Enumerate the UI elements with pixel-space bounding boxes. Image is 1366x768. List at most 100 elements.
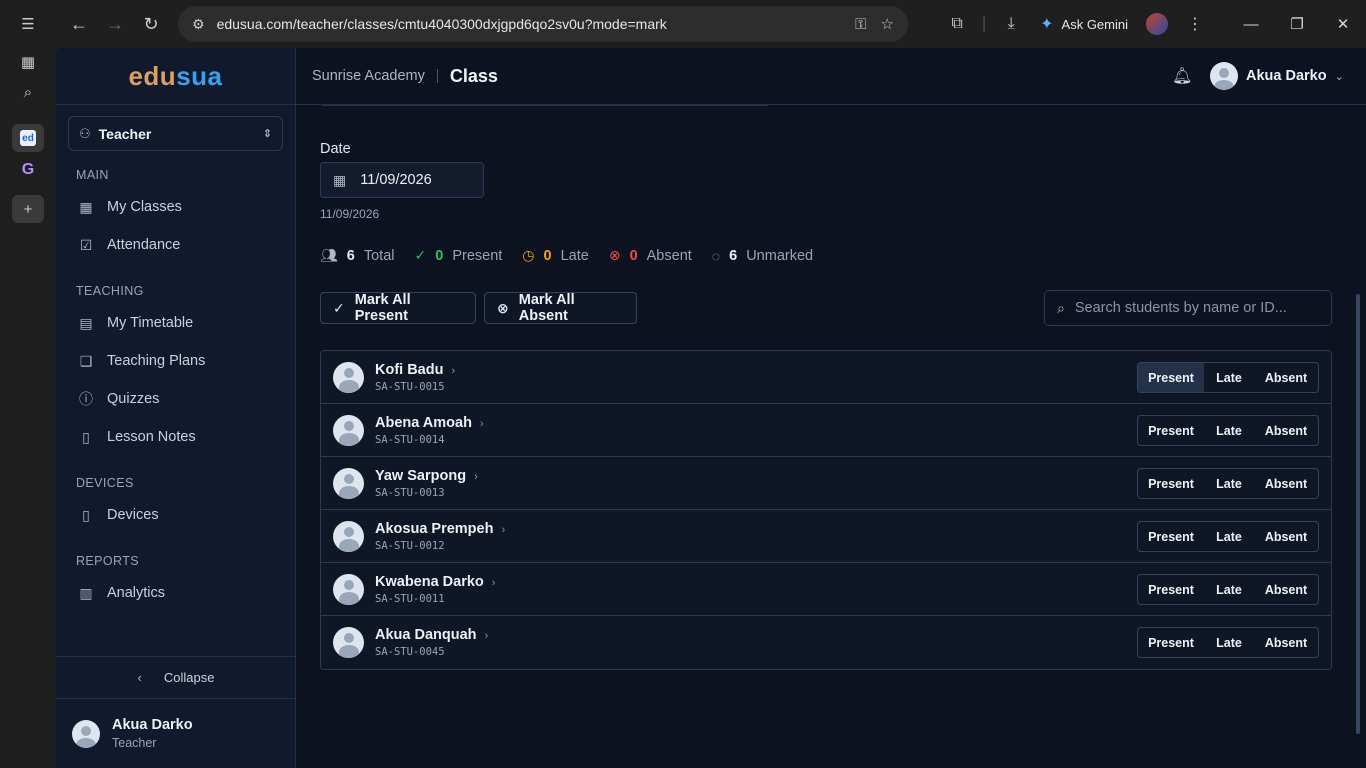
- sidebar-item-analytics[interactable]: ▥ Analytics: [68, 576, 283, 610]
- student-name-link[interactable]: Abena Amoah ›: [375, 415, 484, 431]
- sidebar-item-devices[interactable]: ▯ Devices: [68, 498, 283, 532]
- absent-option[interactable]: Absent: [1254, 628, 1318, 657]
- student-id: SA-STU-0012: [375, 539, 445, 552]
- page-scrollbar[interactable]: [1356, 294, 1360, 734]
- profile-avatar[interactable]: [1138, 6, 1176, 42]
- extensions-icon[interactable]: ⧉: [938, 6, 976, 42]
- sidebar-item-my-timetable[interactable]: ▤ My Timetable: [68, 306, 283, 340]
- user-menu[interactable]: Akua Darko ⌄: [1210, 62, 1344, 90]
- restore-button[interactable]: ❐: [1274, 0, 1320, 48]
- present-option[interactable]: Present: [1138, 522, 1204, 551]
- forward-button[interactable]: →: [97, 6, 133, 42]
- absent-option[interactable]: Absent: [1254, 522, 1318, 551]
- sidebar-item-quizzes[interactable]: ⓘ Quizzes: [68, 382, 283, 416]
- status-toggle: Present Late Absent: [1137, 627, 1319, 658]
- edusua-logo[interactable]: edu sua: [56, 48, 295, 105]
- site-info-icon[interactable]: ⚙: [192, 16, 205, 33]
- avatar: [333, 361, 364, 393]
- status-toggle: Present Late Absent: [1137, 415, 1319, 446]
- sidebar-item-teaching-plans[interactable]: ❑ Teaching Plans: [68, 344, 283, 378]
- star-icon[interactable]: ☆: [881, 15, 894, 33]
- sidebar-user[interactable]: Akua Darko Teacher: [56, 698, 296, 768]
- student-name-link[interactable]: Akua Danquah ›: [375, 627, 488, 643]
- header-user-name: Akua Darko: [1246, 68, 1327, 84]
- present-option[interactable]: Present: [1138, 628, 1204, 657]
- tab-g[interactable]: G: [12, 156, 44, 184]
- section-label-teaching: TEACHING: [76, 284, 144, 298]
- role-label: Teacher: [98, 125, 152, 142]
- address-bar[interactable]: ⚙ edusua.com/teacher/classes/cmtu4040300…: [178, 6, 908, 42]
- breadcrumb-school[interactable]: Sunrise Academy: [312, 68, 425, 84]
- mark-all-present-button[interactable]: ✓ Mark All Present: [320, 292, 476, 324]
- absent-option[interactable]: Absent: [1254, 363, 1318, 392]
- chevron-right-icon: ›: [484, 630, 489, 642]
- arrow-right-icon: →: [106, 13, 124, 34]
- late-option[interactable]: Late: [1204, 628, 1254, 657]
- chevron-down-icon: ⌄: [1334, 70, 1344, 83]
- sidebar-item-lesson-notes[interactable]: ▯ Lesson Notes: [68, 420, 283, 454]
- absent-option[interactable]: Absent: [1254, 469, 1318, 498]
- date-caption: 11/09/2026: [320, 207, 380, 221]
- download-icon[interactable]: ⤓: [992, 6, 1030, 42]
- minimize-button[interactable]: —: [1228, 0, 1274, 48]
- table-row: Kwabena Darko › SA-STU-0011 Present Late …: [321, 563, 1331, 616]
- stat-unmarked: ◌ 6 Unmarked: [711, 247, 814, 264]
- late-option[interactable]: Late: [1204, 575, 1254, 604]
- chevron-right-icon: ›: [479, 417, 484, 430]
- student-search[interactable]: ⌕: [1044, 290, 1332, 326]
- collapse-button[interactable]: ‹ Collapse: [56, 656, 296, 698]
- present-option[interactable]: Present: [1138, 575, 1204, 604]
- user-settings-icon: ⚇: [79, 125, 91, 141]
- role-selector[interactable]: ⚇ Teacher ⇕: [68, 116, 283, 151]
- bell-icon[interactable]: 🔔︎: [1172, 66, 1192, 86]
- attendance-stats: 👥︎ 6 Total ✓ 0 Present ◷ 0 Late ⊗ 0 Abse…: [320, 247, 833, 264]
- tab-search-icon[interactable]: ⌕: [12, 78, 44, 106]
- present-option[interactable]: Present: [1138, 469, 1204, 498]
- late-option[interactable]: Late: [1204, 363, 1254, 392]
- chevron-right-icon: ›: [491, 576, 496, 589]
- new-tab-button[interactable]: +: [12, 195, 44, 223]
- clipboard-check-icon: ☑: [79, 236, 93, 253]
- mark-all-absent-button[interactable]: ⊗ Mark All Absent: [484, 292, 637, 324]
- present-option[interactable]: Present: [1138, 363, 1204, 392]
- absent-option[interactable]: Absent: [1254, 416, 1318, 445]
- stat-present: ✓ 0 Present: [414, 247, 503, 264]
- web-page: edu sua ⚇ Teacher ⇕ MAIN ▦ My Classes ☑ A…: [56, 48, 1366, 768]
- student-id: SA-STU-0014: [375, 433, 445, 446]
- chevron-right-icon: ›: [501, 523, 506, 536]
- browser-menu-icon[interactable]: ⋮: [1176, 6, 1214, 42]
- url-text[interactable]: edusua.com/teacher/classes/cmtu4040300dx…: [217, 16, 842, 32]
- key-icon[interactable]: ⚿: [855, 16, 866, 33]
- back-button[interactable]: ←: [61, 6, 97, 42]
- section-label-reports: REPORTS: [76, 554, 139, 568]
- search-input[interactable]: [1074, 300, 1315, 316]
- student-name-link[interactable]: Akosua Prempeh ›: [375, 521, 505, 537]
- absent-option[interactable]: Absent: [1254, 575, 1318, 604]
- avatar: [333, 627, 364, 658]
- date-value: 11/09/2026: [360, 172, 432, 188]
- present-option[interactable]: Present: [1138, 416, 1204, 445]
- late-option[interactable]: Late: [1204, 469, 1254, 498]
- chevron-left-icon: ‹: [137, 670, 142, 685]
- student-name-link[interactable]: Yaw Sarpong ›: [375, 468, 478, 484]
- student-name-link[interactable]: Kwabena Darko ›: [375, 574, 495, 590]
- section-label-devices: DEVICES: [76, 476, 134, 490]
- sidebar-item-attendance[interactable]: ☑ Attendance: [68, 228, 283, 262]
- ask-gemini-button[interactable]: ✦ Ask Gemini: [1030, 14, 1138, 34]
- bar-chart-icon: ▥: [79, 584, 93, 601]
- sidebar-item-my-classes[interactable]: ▦ My Classes: [68, 190, 283, 224]
- attendance-panel: Date ▦ 11/09/2026 11/09/2026 👥︎ 6 Total …: [296, 105, 1366, 768]
- tab-groups-icon[interactable]: ▦: [12, 48, 44, 76]
- tab-edusua[interactable]: ed: [12, 124, 44, 152]
- late-option[interactable]: Late: [1204, 416, 1254, 445]
- date-label: Date: [320, 141, 351, 157]
- student-name-link[interactable]: Kofi Badu ›: [375, 362, 455, 378]
- close-window-button[interactable]: ✕: [1320, 0, 1366, 48]
- tab-list-icon[interactable]: ☰: [12, 10, 44, 38]
- calendar-icon: ▤: [79, 314, 93, 331]
- date-picker[interactable]: ▦ 11/09/2026: [320, 162, 484, 198]
- calendar-icon: ▦: [333, 171, 347, 188]
- chevron-up-down-icon: ⇕: [262, 128, 272, 140]
- reload-button[interactable]: ↻: [133, 6, 169, 42]
- late-option[interactable]: Late: [1204, 522, 1254, 551]
